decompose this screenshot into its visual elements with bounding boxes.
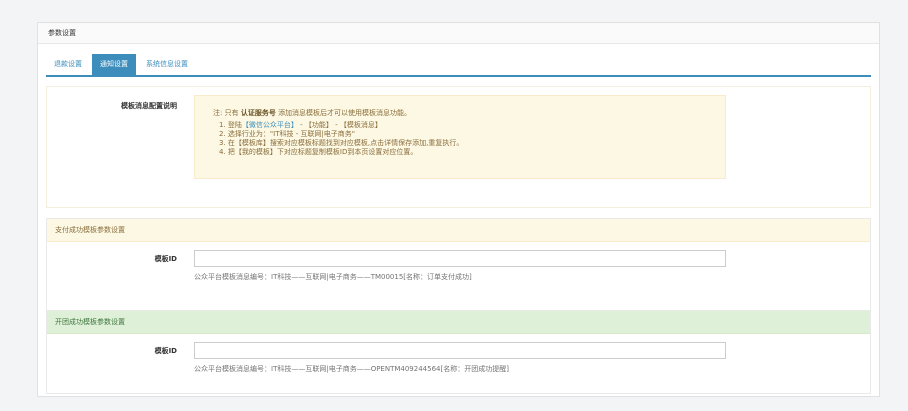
pay-template-id-label: 模板ID: [154, 255, 177, 263]
group-success-section: 开团成功模板参数设置 模板ID 公众平台模板消息编号：IT科技——互联网|电子商…: [46, 310, 871, 394]
group-template-id-label: 模板ID: [154, 347, 177, 355]
step-4: 4. 把【我的模板】下对应标题复制模板ID到本页设置对应位置。: [219, 148, 418, 156]
config-label: 模板消息配置说明: [121, 102, 177, 110]
wechat-platform-link[interactable]: 【微信公众平台】: [242, 121, 298, 129]
group-section-title: 开团成功模板参数设置: [47, 311, 870, 334]
pay-success-section: 支付成功模板参数设置 模板ID 公众平台模板消息编号：IT科技——互联网|电子商…: [46, 218, 871, 311]
pay-template-help: 公众平台模板消息编号：IT科技——互联网|电子商务——TM00015[名称：订单…: [194, 273, 472, 281]
step-2: 2. 选择行业为："IT科技 - 互联网|电子商务": [219, 130, 356, 138]
panel-title: 参数设置: [38, 23, 879, 44]
steps-list: 1. 登陆【微信公众平台】 - 【功能】 - 【模板消息】 2. 选择行业为："…: [213, 121, 725, 157]
tab-notify-settings[interactable]: 通知设置: [92, 54, 136, 75]
step-3: 3. 在【模板库】搜索对应模板标题找到对应模板,点击详情保存添加,重复执行。: [219, 139, 464, 147]
settings-panel: 参数设置 退款设置 通知设置 系统信息设置 模板消息配置说明 注: 只有 认证服…: [37, 22, 880, 397]
step-1: 1. 登陆【微信公众平台】 - 【功能】 - 【模板消息】: [219, 121, 382, 129]
group-template-id-input[interactable]: [194, 342, 726, 359]
tab-bar: 退款设置 通知设置 系统信息设置: [46, 54, 871, 77]
pay-template-id-input[interactable]: [194, 250, 726, 267]
group-template-help: 公众平台模板消息编号：IT科技——互联网|电子商务——OPENTM4092445…: [194, 365, 509, 373]
config-note: 注: 只有 认证服务号 添加消息模板后才可以使用模板消息功能。 1. 登陆【微信…: [194, 95, 726, 179]
note-line: 注: 只有 认证服务号 添加消息模板后才可以使用模板消息功能。: [213, 109, 412, 117]
template-config-section: 模板消息配置说明 注: 只有 认证服务号 添加消息模板后才可以使用模板消息功能。…: [46, 86, 871, 208]
tab-system-info-settings[interactable]: 系统信息设置: [138, 54, 196, 75]
note-bold: 认证服务号: [240, 109, 276, 117]
tab-refund-settings[interactable]: 退款设置: [46, 54, 90, 75]
pay-section-title: 支付成功模板参数设置: [47, 219, 870, 242]
